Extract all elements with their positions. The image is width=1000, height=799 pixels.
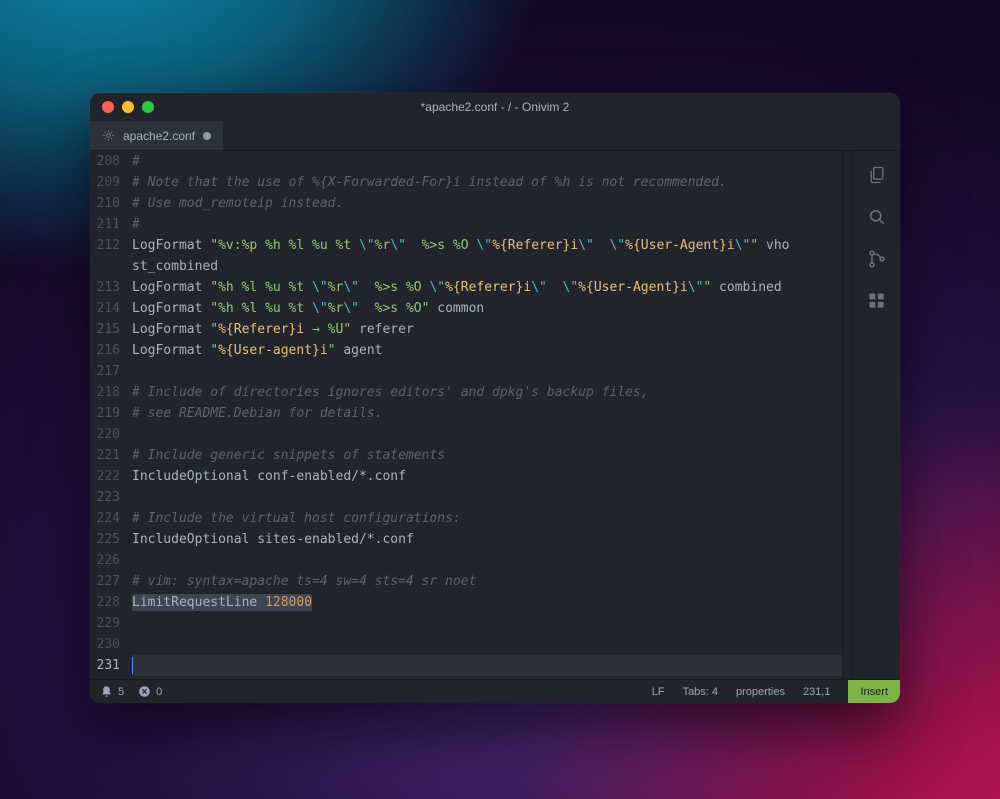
editor-body: 208209210211212 213214215216217218219220… <box>90 151 900 679</box>
extensions-icon[interactable] <box>867 291 887 311</box>
files-icon[interactable] <box>867 165 887 185</box>
code-line[interactable] <box>132 361 842 382</box>
code-line[interactable]: LogFormat "%{Referer}i → %U" referer <box>132 319 842 340</box>
gear-icon <box>102 129 115 142</box>
code-line[interactable]: # Use mod_remoteip instead. <box>132 193 842 214</box>
minimize-window-button[interactable] <box>122 101 134 113</box>
tab-label: apache2.conf <box>123 129 195 143</box>
code-line[interactable]: # Include generic snippets of statements <box>132 445 842 466</box>
code-line[interactable]: # vim: syntax=apache ts=4 sw=4 sts=4 sr … <box>132 571 842 592</box>
git-icon[interactable] <box>867 249 887 269</box>
code-line[interactable]: LogFormat "%{User-agent}i" agent <box>132 340 842 361</box>
text-editor[interactable]: 208209210211212 213214215216217218219220… <box>90 151 842 679</box>
editor-area: 208209210211212 213214215216217218219220… <box>90 151 852 679</box>
code-line[interactable] <box>132 634 842 655</box>
bell-icon <box>100 685 113 698</box>
filetype-indicator[interactable]: properties <box>736 686 785 698</box>
close-window-button[interactable] <box>102 101 114 113</box>
code-line[interactable]: # Note that the use of %{X-Forwarded-For… <box>132 172 842 193</box>
code-line[interactable]: # <box>132 151 842 172</box>
eol-indicator[interactable]: LF <box>652 686 665 698</box>
code-line[interactable]: # Include the virtual host configuration… <box>132 508 842 529</box>
code-content[interactable]: ## Note that the use of %{X-Forwarded-Fo… <box>132 151 842 679</box>
code-line[interactable] <box>132 655 842 676</box>
tab-bar: apache2.conf <box>90 121 900 151</box>
errors-count: 0 <box>156 686 162 698</box>
notifications-count: 5 <box>118 686 124 698</box>
error-icon <box>138 685 151 698</box>
code-line[interactable] <box>132 424 842 445</box>
code-line[interactable]: LimitRequestLine 128000 <box>132 592 842 613</box>
traffic-lights <box>102 101 154 113</box>
modified-indicator-icon <box>203 132 211 140</box>
status-bar: 5 0 LF Tabs: 4 properties 231,1 Insert <box>90 679 900 703</box>
code-line[interactable]: IncludeOptional conf-enabled/*.conf <box>132 466 842 487</box>
code-line[interactable]: # <box>132 214 842 235</box>
desktop-background: *apache2.conf - / - Onivim 2 apache2.con… <box>0 0 1000 799</box>
code-line[interactable]: LogFormat "%h %l %u %t \"%r\" %>s %O \"%… <box>132 277 842 298</box>
code-line[interactable] <box>132 487 842 508</box>
editor-window: *apache2.conf - / - Onivim 2 apache2.con… <box>90 93 900 703</box>
errors-button[interactable]: 0 <box>138 685 162 698</box>
vim-mode-indicator[interactable]: Insert <box>848 680 900 704</box>
code-line[interactable] <box>132 613 842 634</box>
notifications-button[interactable]: 5 <box>100 685 124 698</box>
minimap[interactable] <box>842 151 852 679</box>
code-line[interactable]: # Include of directories ignores editors… <box>132 382 842 403</box>
code-line[interactable]: LogFormat "%h %l %u %t \"%r\" %>s %O" co… <box>132 298 842 319</box>
window-title: *apache2.conf - / - Onivim 2 <box>90 100 900 114</box>
activity-bar <box>852 151 900 679</box>
code-line[interactable]: LogFormat "%v:%p %h %l %u %t \"%r\" %>s … <box>132 235 842 256</box>
zoom-window-button[interactable] <box>142 101 154 113</box>
line-number-gutter: 208209210211212 213214215216217218219220… <box>90 151 132 679</box>
code-line[interactable]: IncludeOptional sites-enabled/*.conf <box>132 529 842 550</box>
cursor-position[interactable]: 231,1 <box>803 686 831 698</box>
code-line[interactable] <box>132 550 842 571</box>
search-icon[interactable] <box>867 207 887 227</box>
tab-apache2-conf[interactable]: apache2.conf <box>90 121 223 150</box>
code-line[interactable]: # see README.Debian for details. <box>132 403 842 424</box>
indent-indicator[interactable]: Tabs: 4 <box>683 686 718 698</box>
title-bar[interactable]: *apache2.conf - / - Onivim 2 <box>90 93 900 121</box>
